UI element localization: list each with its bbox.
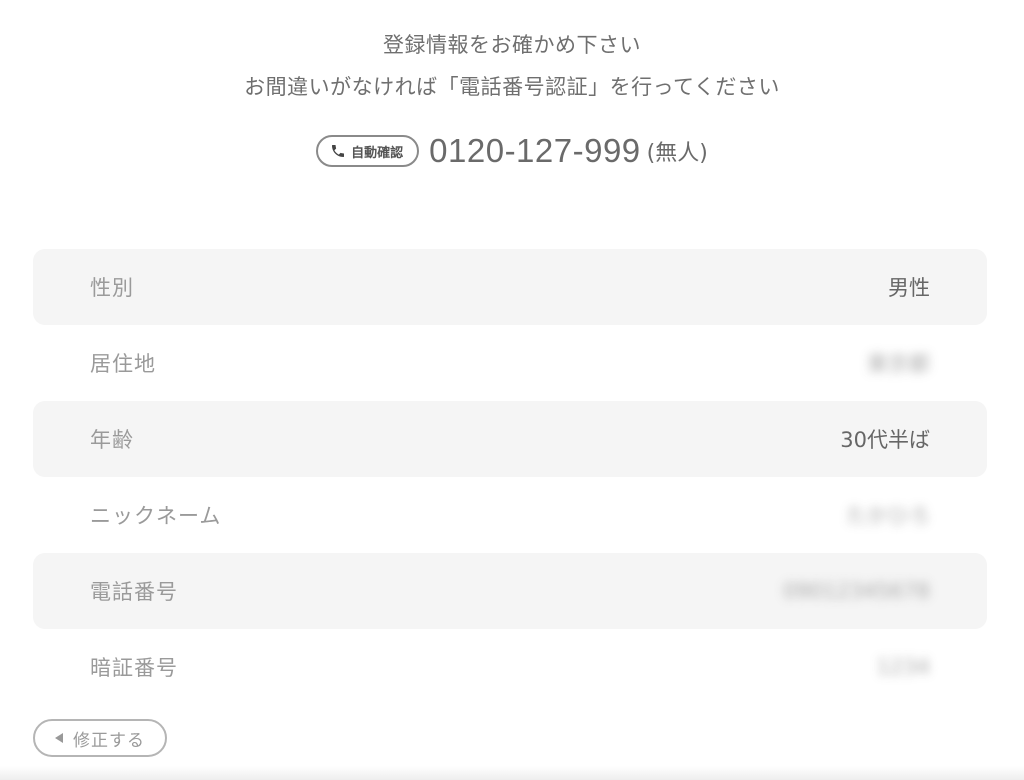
info-value-blurred: 09012345678	[783, 579, 930, 603]
info-label: 電話番号	[90, 580, 178, 604]
triangle-left-icon	[55, 733, 63, 743]
info-row-pin: 暗証番号 1234	[33, 629, 987, 705]
info-row-residence: 居住地 東京都	[33, 325, 987, 401]
edit-back-button[interactable]: 修正する	[33, 719, 167, 757]
info-value: 30代半ば	[840, 428, 930, 452]
info-row-gender: 性別 男性	[33, 249, 987, 325]
edit-back-label: 修正する	[73, 730, 145, 751]
registration-confirm-page: 登録情報をお確かめ下さい お間違いがなければ「電話番号認証」を行ってください 自…	[0, 0, 1024, 780]
info-label: 年齢	[90, 428, 134, 452]
bottom-edge	[0, 766, 1024, 780]
confirm-instruction: お間違いがなければ「電話番号認証」を行ってください	[244, 75, 780, 99]
info-row-phone: 電話番号 09012345678	[33, 553, 987, 629]
info-row-nickname: ニックネーム たかひろ	[33, 477, 987, 553]
info-label: 性別	[90, 276, 134, 300]
phone-verification-row: 自動確認 0120-127-999 (無人)	[0, 132, 1024, 170]
info-row-age: 年齢 30代半ば	[33, 401, 987, 477]
verification-phone-number[interactable]: 0120-127-999	[429, 132, 641, 170]
info-value: 男性	[888, 276, 930, 300]
unattended-note: (無人)	[646, 141, 708, 166]
info-label: ニックネーム	[90, 504, 222, 528]
auto-confirm-label: 自動確認	[351, 145, 404, 161]
auto-confirm-badge: 自動確認	[316, 135, 420, 167]
info-label: 暗証番号	[90, 656, 178, 680]
profile-info-table: 性別 男性 居住地 東京都 年齢 30代半ば ニックネーム たかひろ 電話番号 …	[33, 249, 987, 705]
info-label: 居住地	[90, 352, 156, 376]
info-value-blurred: たかひろ	[846, 504, 930, 528]
confirm-title: 登録情報をお確かめ下さい	[383, 33, 641, 57]
info-value-blurred: 東京都	[867, 352, 930, 376]
info-value-blurred: 1234	[876, 655, 930, 679]
confirm-header: 登録情報をお確かめ下さい お間違いがなければ「電話番号認証」を行ってください	[0, 24, 1024, 108]
phone-icon	[332, 145, 345, 157]
